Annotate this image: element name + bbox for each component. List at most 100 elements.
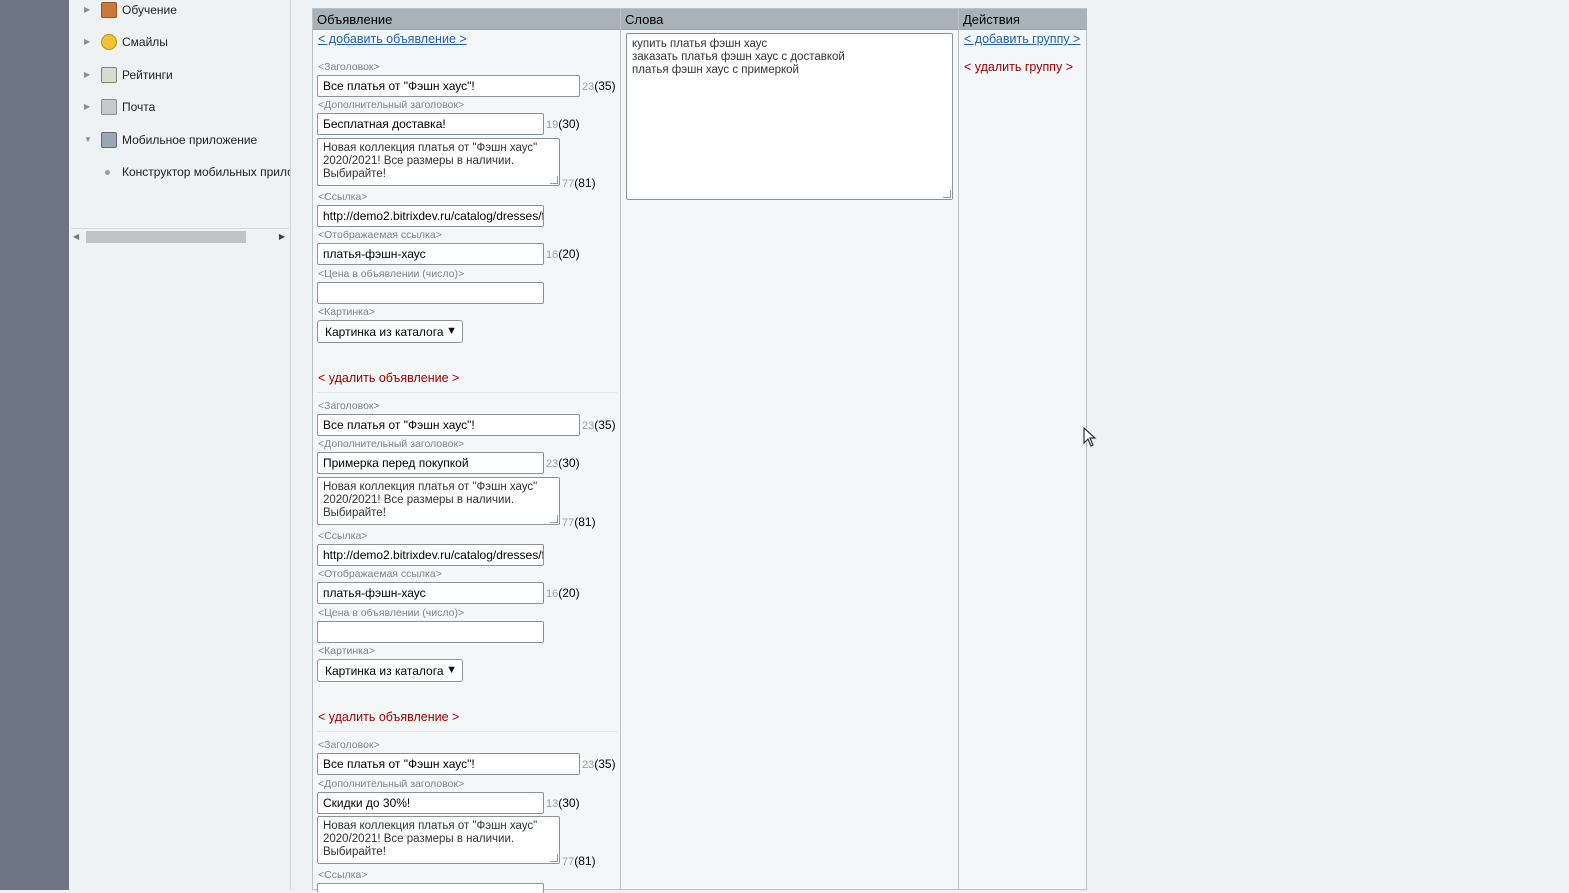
ad-text-line: 2020/2021! Все размеры в наличии. bbox=[323, 155, 515, 167]
text-char-counter: 77(81) bbox=[562, 176, 596, 190]
ratings-icon bbox=[101, 67, 117, 83]
expand-arrow-icon[interactable]: ▶ bbox=[84, 5, 94, 15]
left-panel-strip bbox=[0, 0, 69, 890]
sidebar-item-label: Рейтинги bbox=[122, 68, 173, 82]
mouse-cursor-icon bbox=[1083, 427, 1097, 447]
subtitle-label: <Дополнительный заголовок> bbox=[318, 778, 465, 790]
sidebar-item-ratings[interactable]: ▶ Рейтинги bbox=[69, 64, 290, 86]
chevron-down-icon: ▼ bbox=[446, 664, 457, 676]
sidebar-item-learning[interactable]: ▶ Обучение bbox=[69, 0, 290, 21]
ad-text-textarea[interactable]: Новая коллекция платья от "Фэшн хаус" 20… bbox=[317, 816, 560, 864]
title-char-counter: 23(35) bbox=[582, 757, 616, 771]
remove-ad-link[interactable]: < удалить объявление > bbox=[318, 371, 459, 385]
subtitle-char-counter: 19(30) bbox=[546, 117, 580, 131]
ad-text-line: Новая коллекция платья от "Фэшн хаус" bbox=[323, 481, 538, 493]
ad-link-input[interactable] bbox=[317, 883, 544, 893]
sidebar: ▶ Обучение ▶ Смайлы ▶ Рейтинги ▶ Почта ▼… bbox=[69, 0, 291, 890]
link-label: <Ссылка> bbox=[318, 869, 368, 881]
text-char-counter: 77(81) bbox=[562, 515, 596, 529]
ad-text-line: Выбирайте! bbox=[323, 168, 386, 180]
ad-display-link-input[interactable]: платья-фэшн-хаус bbox=[317, 582, 544, 604]
sidebar-subitem-label: Конструктор мобильных прило bbox=[122, 165, 291, 179]
ad-image-select[interactable]: Картинка из каталога ▼ bbox=[317, 320, 463, 343]
ad-group-table: Объявление < добавить объявление > <Заго… bbox=[312, 8, 1087, 893]
resize-grip-icon[interactable] bbox=[550, 854, 558, 862]
sidebar-item-mobile-app[interactable]: ▼ Мобильное приложение bbox=[69, 129, 290, 151]
title-label: <Заголовок> bbox=[318, 61, 380, 73]
ad-image-select[interactable]: Картинка из каталога ▼ bbox=[317, 659, 463, 682]
ad-column: Объявление < добавить объявление > <Заго… bbox=[313, 9, 621, 893]
title-label: <Заголовок> bbox=[318, 739, 380, 751]
resize-grip-icon[interactable] bbox=[550, 515, 558, 523]
subtitle-char-counter: 13(30) bbox=[546, 796, 580, 810]
scrollbar-thumb[interactable] bbox=[86, 231, 246, 243]
scroll-right-icon[interactable]: ▶ bbox=[279, 232, 285, 241]
subtitle-label: <Дополнительный заголовок> bbox=[318, 438, 465, 450]
expand-arrow-icon[interactable]: ▶ bbox=[84, 70, 94, 80]
ad-title-input[interactable]: Все платья от "Фэшн хаус"! bbox=[317, 753, 580, 775]
book-icon bbox=[101, 2, 117, 18]
sidebar-subitem-mobile-constructor[interactable]: Конструктор мобильных прило bbox=[69, 161, 291, 183]
ad-price-input[interactable] bbox=[317, 621, 544, 643]
ad-link-input[interactable]: http://demo2.bitrixdev.ru/catalog/dresse… bbox=[317, 544, 544, 566]
collapse-arrow-icon[interactable]: ▼ bbox=[84, 135, 94, 145]
selected-option: Картинка из каталога bbox=[325, 664, 444, 678]
ad-display-link-input[interactable]: платья-фэшн-хаус bbox=[317, 243, 544, 265]
image-label: <Картинка> bbox=[318, 306, 375, 318]
title-char-counter: 23(35) bbox=[582, 79, 616, 93]
ad-text-line: Новая коллекция платья от "Фэшн хаус" bbox=[323, 142, 538, 154]
resize-grip-icon[interactable] bbox=[550, 176, 558, 184]
ad-subtitle-input[interactable]: Примерка перед покупкой bbox=[317, 452, 544, 474]
selected-option: Картинка из каталога bbox=[325, 325, 444, 339]
ad-subtitle-input[interactable]: Бесплатная доставка! bbox=[317, 113, 544, 135]
remove-ad-link[interactable]: < удалить объявление > bbox=[318, 710, 459, 724]
ad-divider bbox=[317, 392, 617, 393]
actions-column: Действия < добавить группу > < удалить г… bbox=[959, 9, 1087, 889]
scroll-left-icon[interactable]: ◀ bbox=[73, 232, 79, 241]
sidebar-item-label: Почта bbox=[122, 100, 156, 114]
add-group-link[interactable]: < добавить группу > bbox=[964, 32, 1080, 46]
chevron-down-icon: ▼ bbox=[446, 325, 457, 337]
ad-title-input[interactable]: Все платья от "Фэшн хаус"! bbox=[317, 414, 580, 436]
ad-text-textarea[interactable]: Новая коллекция платья от "Фэшн хаус" 20… bbox=[317, 138, 560, 186]
price-label: <Цена в объявлении (число)> bbox=[318, 607, 465, 619]
actions-column-header: Действия bbox=[959, 9, 1087, 30]
link-label: <Ссылка> bbox=[318, 530, 368, 542]
subtitle-char-counter: 23(30) bbox=[546, 456, 580, 470]
ad-title-input[interactable]: Все платья от "Фэшн хаус"! bbox=[317, 75, 580, 97]
add-ad-link[interactable]: < добавить объявление > bbox=[318, 32, 467, 46]
ad-text-line: 2020/2021! Все размеры в наличии. bbox=[323, 833, 515, 845]
sidebar-horizontal-scrollbar[interactable]: ◀ ▶ bbox=[71, 228, 289, 244]
display-link-char-counter: 16(20) bbox=[546, 247, 580, 261]
image-label: <Картинка> bbox=[318, 645, 375, 657]
keyword-line: платья фэшн хаус с примеркой bbox=[632, 64, 799, 76]
keywords-textarea[interactable]: купить платья фэшн хаус заказать платья … bbox=[626, 33, 953, 200]
display-link-label: <Отображаемая ссылка> bbox=[318, 229, 442, 241]
ad-column-header: Объявление bbox=[313, 9, 620, 30]
title-label: <Заголовок> bbox=[318, 400, 380, 412]
link-label: <Ссылка> bbox=[318, 191, 368, 203]
sidebar-item-smileys[interactable]: ▶ Смайлы bbox=[69, 31, 290, 53]
keyword-line: заказать платья фэшн хаус с доставкой bbox=[632, 51, 845, 63]
ad-text-line: Выбирайте! bbox=[323, 846, 386, 858]
remove-group-link[interactable]: < удалить группу > bbox=[964, 60, 1073, 74]
ad-price-input[interactable] bbox=[317, 282, 544, 304]
ad-text-textarea[interactable]: Новая коллекция платья от "Фэшн хаус" 20… bbox=[317, 477, 560, 525]
title-char-counter: 23(35) bbox=[582, 418, 616, 432]
sidebar-item-mail[interactable]: ▶ Почта bbox=[69, 96, 290, 118]
ad-text-line: Выбирайте! bbox=[323, 507, 386, 519]
sidebar-item-label: Обучение bbox=[122, 3, 177, 17]
words-column-header: Слова bbox=[621, 9, 958, 30]
words-column: Слова купить платья фэшн хаус заказать п… bbox=[621, 9, 959, 889]
smile-icon bbox=[101, 34, 117, 50]
expand-arrow-icon[interactable]: ▶ bbox=[84, 37, 94, 47]
ad-divider bbox=[317, 731, 617, 732]
display-link-char-counter: 16(20) bbox=[546, 586, 580, 600]
ad-text-line: 2020/2021! Все размеры в наличии. bbox=[323, 494, 515, 506]
ad-subtitle-input[interactable]: Скидки до 30%! bbox=[317, 792, 544, 814]
subtitle-label: <Дополнительный заголовок> bbox=[318, 99, 465, 111]
sidebar-item-label: Смайлы bbox=[122, 35, 168, 49]
resize-grip-icon[interactable] bbox=[943, 190, 951, 198]
expand-arrow-icon[interactable]: ▶ bbox=[84, 102, 94, 112]
ad-link-input[interactable]: http://demo2.bitrixdev.ru/catalog/dresse… bbox=[317, 205, 544, 227]
